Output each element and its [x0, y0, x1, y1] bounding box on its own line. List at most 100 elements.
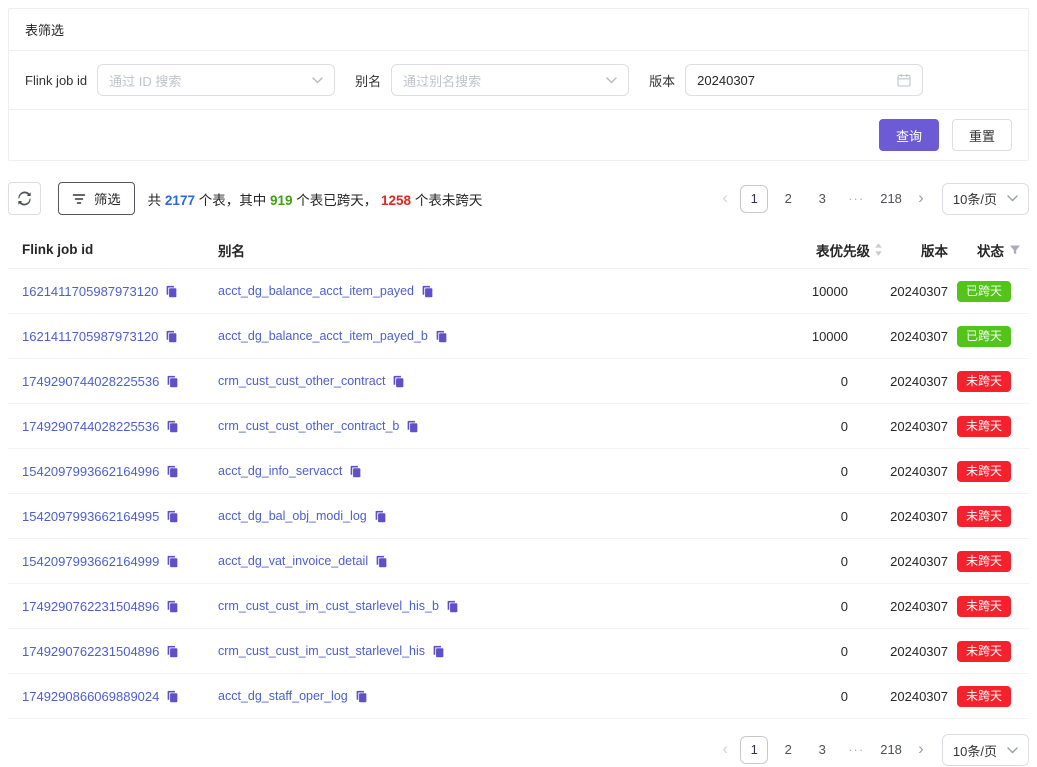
- header-status: 状态: [950, 240, 1029, 260]
- cell-status: 未跨天: [950, 551, 1029, 572]
- filter-toggle-label: 筛选: [94, 189, 121, 208]
- flink-job-id-link[interactable]: 1749290744028225536: [22, 374, 159, 389]
- alias-link[interactable]: crm_cust_cust_other_contract: [218, 374, 385, 388]
- alias-link[interactable]: crm_cust_cust_other_contract_b: [218, 419, 399, 433]
- next-page-button[interactable]: ›: [909, 185, 933, 213]
- cell-version: 20240307: [888, 554, 950, 569]
- pagination-bottom: ‹ 1 2 3 ··· 218 › 10条/页: [713, 734, 1029, 766]
- cell-priority: 0: [608, 374, 888, 389]
- copy-icon[interactable]: [165, 285, 178, 298]
- alias-link[interactable]: crm_cust_cust_im_cust_starlevel_his_b: [218, 599, 439, 613]
- status-badge: 未跨天: [957, 371, 1011, 392]
- page-item-1[interactable]: 1: [740, 736, 768, 764]
- cell-status: 已跨天: [950, 281, 1029, 302]
- copy-icon[interactable]: [166, 420, 179, 433]
- alias-label: 别名: [355, 71, 381, 90]
- cell-flink-job-id: 1749290744028225536: [8, 419, 210, 434]
- cell-alias: acct_dg_staff_oper_log: [210, 689, 608, 703]
- next-page-button[interactable]: ›: [909, 736, 933, 764]
- copy-icon[interactable]: [166, 645, 179, 658]
- flink-job-id-link[interactable]: 1621411705987973120: [22, 284, 158, 299]
- alias-link[interactable]: acct_dg_staff_oper_log: [218, 689, 348, 703]
- copy-icon[interactable]: [349, 465, 362, 478]
- prev-page-button[interactable]: ‹: [713, 736, 737, 764]
- flink-job-id-link[interactable]: 1621411705987973120: [22, 329, 158, 344]
- status-badge: 已跨天: [957, 281, 1011, 302]
- summary-prefix: 共: [148, 193, 165, 208]
- page-item-218[interactable]: 218: [876, 185, 906, 213]
- copy-icon[interactable]: [166, 465, 179, 478]
- page-item-2[interactable]: 2: [774, 736, 802, 764]
- alias-link[interactable]: acct_dg_balance_acct_item_payed: [218, 284, 414, 298]
- copy-icon[interactable]: [375, 555, 388, 568]
- copy-icon[interactable]: [166, 600, 179, 613]
- page-item-3[interactable]: 3: [808, 185, 836, 213]
- copy-icon[interactable]: [355, 690, 368, 703]
- refresh-button[interactable]: [8, 182, 41, 215]
- alias-link[interactable]: acct_dg_balance_acct_item_payed_b: [218, 329, 428, 343]
- cell-status: 未跨天: [950, 641, 1029, 662]
- page-size-select[interactable]: 10条/页: [942, 734, 1029, 766]
- copy-icon[interactable]: [166, 555, 179, 568]
- page-item-2[interactable]: 2: [774, 185, 802, 213]
- copy-icon[interactable]: [406, 420, 419, 433]
- page-item-218[interactable]: 218: [876, 736, 906, 764]
- copy-icon[interactable]: [421, 285, 434, 298]
- cell-alias: acct_dg_balance_acct_item_payed_b: [210, 329, 608, 343]
- cell-priority: 0: [608, 599, 888, 614]
- header-flink-job-id: Flink job id: [8, 242, 210, 257]
- summary-mid2: 个表已跨天，: [293, 193, 382, 208]
- filter-actions-row: 查询 重置: [9, 110, 1028, 160]
- copy-icon[interactable]: [165, 330, 178, 343]
- flink-job-id-link[interactable]: 1749290762231504896: [22, 644, 159, 659]
- filter-card-title: 表筛选: [9, 9, 1028, 51]
- version-date-input[interactable]: 20240307: [685, 64, 923, 96]
- alias-select[interactable]: 通过别名搜索: [391, 64, 629, 96]
- sort-icon[interactable]: [873, 242, 884, 257]
- copy-icon[interactable]: [166, 510, 179, 523]
- chevron-down-icon: [1007, 747, 1018, 754]
- copy-icon[interactable]: [446, 600, 459, 613]
- reset-button[interactable]: 重置: [952, 119, 1012, 151]
- flink-job-id-link[interactable]: 1542097993662164996: [22, 464, 159, 479]
- copy-icon[interactable]: [392, 375, 405, 388]
- page-size-select[interactable]: 10条/页: [942, 183, 1029, 215]
- filter-funnel-icon[interactable]: [1009, 244, 1021, 256]
- header-priority[interactable]: 表优先级: [608, 240, 888, 260]
- status-badge: 未跨天: [957, 551, 1011, 572]
- summary-uncrossed-count: 1258: [381, 193, 411, 208]
- flink-job-id-link[interactable]: 1542097993662164995: [22, 509, 159, 524]
- filter-card: 表筛选 Flink job id 通过 ID 搜索 别名 通过别名搜索: [8, 8, 1029, 161]
- cell-priority: 0: [608, 644, 888, 659]
- page-item-1[interactable]: 1: [740, 185, 768, 213]
- page-ellipsis[interactable]: ···: [842, 185, 870, 213]
- filter-toggle-button[interactable]: 筛选: [58, 182, 135, 215]
- page-ellipsis[interactable]: ···: [842, 736, 870, 764]
- table-toolbar: 筛选 共 2177 个表，其中 919 个表已跨天， 1258 个表未跨天 ‹ …: [8, 182, 1029, 215]
- table-row: 1542097993662164995 acct_dg_bal_obj_modi…: [8, 494, 1029, 539]
- flink-job-id-link[interactable]: 1749290866069889024: [22, 689, 159, 704]
- cell-alias: acct_dg_vat_invoice_detail: [210, 554, 608, 568]
- cell-version: 20240307: [888, 419, 950, 434]
- prev-page-button[interactable]: ‹: [713, 185, 737, 213]
- alias-link[interactable]: crm_cust_cust_im_cust_starlevel_his: [218, 644, 425, 658]
- copy-icon[interactable]: [374, 510, 387, 523]
- copy-icon[interactable]: [166, 375, 179, 388]
- page-item-3[interactable]: 3: [808, 736, 836, 764]
- alias-link[interactable]: acct_dg_info_servacct: [218, 464, 342, 478]
- table-row: 1621411705987973120 acct_dg_balance_acct…: [8, 314, 1029, 359]
- query-button[interactable]: 查询: [879, 119, 939, 151]
- flink-job-id-select[interactable]: 通过 ID 搜索: [97, 64, 335, 96]
- status-badge: 已跨天: [957, 326, 1011, 347]
- copy-icon[interactable]: [166, 690, 179, 703]
- copy-icon[interactable]: [435, 330, 448, 343]
- flink-job-id-link[interactable]: 1749290762231504896: [22, 599, 159, 614]
- alias-link[interactable]: acct_dg_vat_invoice_detail: [218, 554, 368, 568]
- copy-icon[interactable]: [432, 645, 445, 658]
- version-label: 版本: [649, 71, 675, 90]
- flink-job-id-link[interactable]: 1542097993662164999: [22, 554, 159, 569]
- alias-link[interactable]: acct_dg_bal_obj_modi_log: [218, 509, 367, 523]
- flink-job-id-link[interactable]: 1749290744028225536: [22, 419, 159, 434]
- cell-version: 20240307: [888, 329, 950, 344]
- version-value: 20240307: [697, 73, 755, 88]
